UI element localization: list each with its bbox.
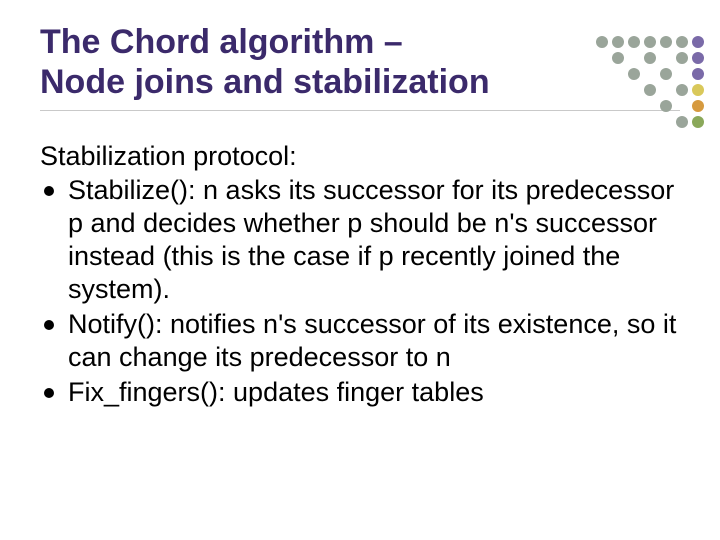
bullet-text: Stabilize(): n asks its successor for it… [68,175,674,304]
title-line-1: The Chord algorithm – [40,23,403,61]
bullet-text: Notify(): notifies n's successor of its … [68,309,676,372]
subheading: Stabilization protocol: [40,141,680,172]
bullet-list: Stabilize(): n asks its successor for it… [40,174,680,409]
bullet-text: Fix_fingers(): updates finger tables [68,377,484,407]
list-item: Fix_fingers(): updates finger tables [40,376,680,409]
slide: The Chord algorithm – Node joins and sta… [0,0,720,540]
decorative-dots [596,36,704,128]
slide-title: The Chord algorithm – Node joins and sta… [40,22,680,111]
list-item: Notify(): notifies n's successor of its … [40,308,680,374]
list-item: Stabilize(): n asks its successor for it… [40,174,680,306]
title-line-2: Node joins and stabilization [40,63,490,101]
